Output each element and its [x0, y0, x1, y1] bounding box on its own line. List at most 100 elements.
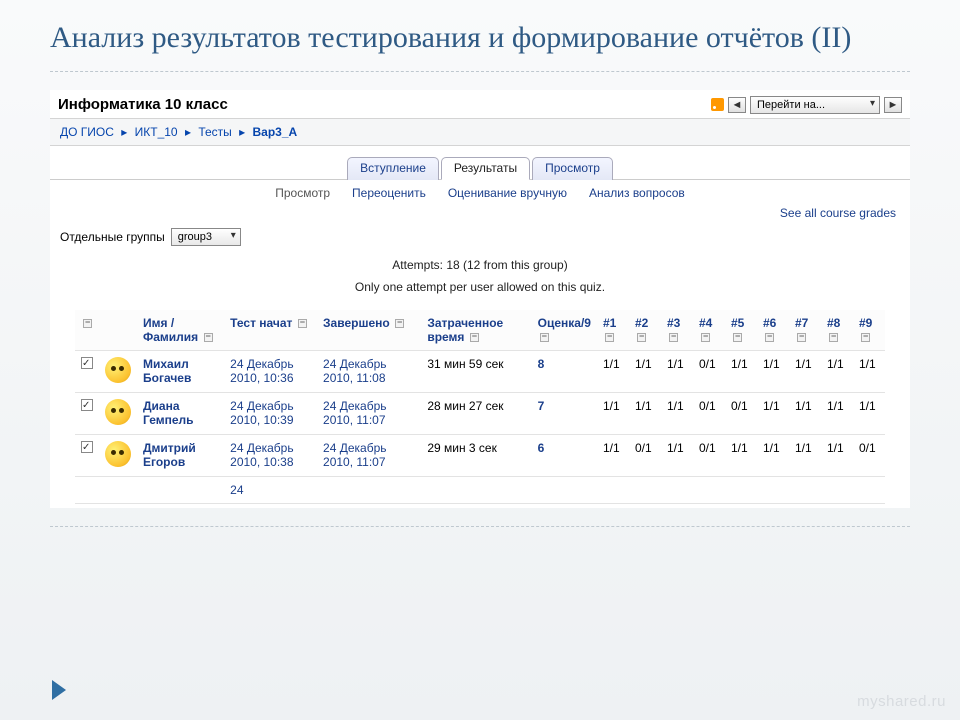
col-q5[interactable]: #5: [725, 310, 757, 351]
table-row: Михаил Богачев 24 Декабрь 2010, 10:36 24…: [75, 350, 885, 392]
grade-link[interactable]: 8: [538, 357, 545, 371]
q-score: 1/1: [853, 350, 885, 392]
q-score: 1/1: [821, 350, 853, 392]
groups-label: Отдельные группы: [60, 230, 165, 244]
tab-review[interactable]: Просмотр: [532, 157, 613, 180]
avatar: [105, 399, 131, 425]
nav-prev-button[interactable]: ◄: [728, 97, 746, 113]
breadcrumb-link[interactable]: ИКТ_10: [135, 125, 178, 139]
q-score: 1/1: [757, 392, 789, 434]
col-q7[interactable]: #7: [789, 310, 821, 351]
q-score: 1/1: [661, 434, 693, 476]
attempts-info: Attempts: 18 (12 from this group): [50, 254, 910, 276]
course-title: Информатика 10 класс: [58, 96, 706, 113]
col-completed[interactable]: Завершено: [317, 310, 421, 351]
user-name-link[interactable]: Диана Гемпель: [143, 399, 194, 427]
q-score: 1/1: [661, 350, 693, 392]
q-score: 0/1: [693, 392, 725, 434]
time-taken: 28 мин 27 сек: [421, 392, 531, 434]
collapse-icon[interactable]: [395, 319, 404, 328]
started-link[interactable]: 24 Декабрь 2010, 10:39: [230, 399, 293, 427]
collapse-icon[interactable]: [669, 333, 678, 342]
completed-link[interactable]: 24 Декабрь 2010, 11:08: [323, 357, 386, 385]
col-grade[interactable]: Оценка/9: [532, 310, 597, 351]
user-name-link[interactable]: Михаил Богачев: [143, 357, 191, 385]
jump-to-select[interactable]: Перейти на...: [750, 96, 880, 114]
started-link[interactable]: 24 Декабрь 2010, 10:38: [230, 441, 293, 469]
q-score: 1/1: [853, 392, 885, 434]
tab-results[interactable]: Результаты: [441, 157, 530, 180]
divider-bottom: [50, 526, 910, 527]
q-score: 1/1: [789, 434, 821, 476]
col-q3[interactable]: #3: [661, 310, 693, 351]
q-score: 0/1: [693, 350, 725, 392]
collapse-icon[interactable]: [637, 333, 646, 342]
completed-link[interactable]: 24 Декабрь 2010, 11:07: [323, 441, 386, 469]
tabs: Вступление Результаты Просмотр: [50, 146, 910, 180]
breadcrumb-link[interactable]: Тесты: [198, 125, 231, 139]
collapse-icon[interactable]: [298, 319, 307, 328]
breadcrumb-sep: ▸: [239, 125, 245, 139]
col-q8[interactable]: #8: [821, 310, 853, 351]
q-score: 1/1: [597, 392, 629, 434]
avatar: [105, 357, 131, 383]
collapse-icon[interactable]: [733, 333, 742, 342]
user-name-link[interactable]: Дмитрий Егоров: [143, 441, 196, 469]
row-checkbox[interactable]: [81, 399, 93, 411]
row-checkbox[interactable]: [81, 441, 93, 453]
subnav-overview: Просмотр: [275, 186, 330, 200]
collapse-icon[interactable]: [765, 333, 774, 342]
q-score: 1/1: [661, 392, 693, 434]
collapse-icon[interactable]: [83, 319, 92, 328]
col-time[interactable]: Затраченное время: [421, 310, 531, 351]
group-selected-value: group3: [178, 231, 212, 243]
started-link[interactable]: 24: [230, 483, 243, 497]
table-row: 24: [75, 476, 885, 503]
collapse-icon[interactable]: [829, 333, 838, 342]
col-q1[interactable]: #1: [597, 310, 629, 351]
q-score: 1/1: [597, 434, 629, 476]
slide-title: Анализ результатов тестирования и формир…: [0, 0, 960, 71]
q-score: 1/1: [789, 392, 821, 434]
grade-link[interactable]: 7: [538, 399, 545, 413]
col-name[interactable]: Имя / Фамилия: [137, 310, 224, 351]
row-checkbox[interactable]: [81, 357, 93, 369]
collapse-icon[interactable]: [701, 333, 710, 342]
collapse-icon[interactable]: [797, 333, 806, 342]
q-score: 1/1: [629, 392, 661, 434]
avatar: [105, 441, 131, 467]
breadcrumb: ДО ГИОС ▸ ИКТ_10 ▸ Тесты ▸ Вар3_А: [50, 118, 910, 146]
subnav-regrade[interactable]: Переоценить: [352, 186, 426, 200]
q-score: 1/1: [821, 434, 853, 476]
collapse-icon[interactable]: [540, 333, 549, 342]
nav-next-button[interactable]: ►: [884, 97, 902, 113]
group-select[interactable]: group3: [171, 228, 241, 246]
q-score: 1/1: [725, 350, 757, 392]
grade-link[interactable]: 6: [538, 441, 545, 455]
col-q6[interactable]: #6: [757, 310, 789, 351]
time-taken: 31 мин 59 сек: [421, 350, 531, 392]
subnav-item-analysis[interactable]: Анализ вопросов: [589, 186, 685, 200]
see-all-grades-link[interactable]: See all course grades: [50, 204, 910, 224]
rss-icon[interactable]: [710, 98, 724, 112]
breadcrumb-link[interactable]: ДО ГИОС: [60, 125, 114, 139]
q-score: 1/1: [757, 434, 789, 476]
q-score: 1/1: [757, 350, 789, 392]
subnav: Просмотр Переоценить Оценивание вручную …: [50, 180, 910, 204]
subnav-manual-grading[interactable]: Оценивание вручную: [448, 186, 567, 200]
col-q2[interactable]: #2: [629, 310, 661, 351]
started-link[interactable]: 24 Декабрь 2010, 10:36: [230, 357, 293, 385]
collapse-icon[interactable]: [204, 333, 213, 342]
collapse-icon[interactable]: [605, 333, 614, 342]
jump-to-label: Перейти на...: [757, 99, 825, 111]
col-q4[interactable]: #4: [693, 310, 725, 351]
tab-intro[interactable]: Вступление: [347, 157, 439, 180]
collapse-icon[interactable]: [470, 333, 479, 342]
col-q9[interactable]: #9: [853, 310, 885, 351]
collapse-icon[interactable]: [861, 333, 870, 342]
watermark: myshared.ru: [857, 693, 946, 710]
q-score: 1/1: [725, 434, 757, 476]
col-started[interactable]: Тест начат: [224, 310, 317, 351]
group-filter-row: Отдельные группы group3: [50, 224, 910, 254]
completed-link[interactable]: 24 Декабрь 2010, 11:07: [323, 399, 386, 427]
